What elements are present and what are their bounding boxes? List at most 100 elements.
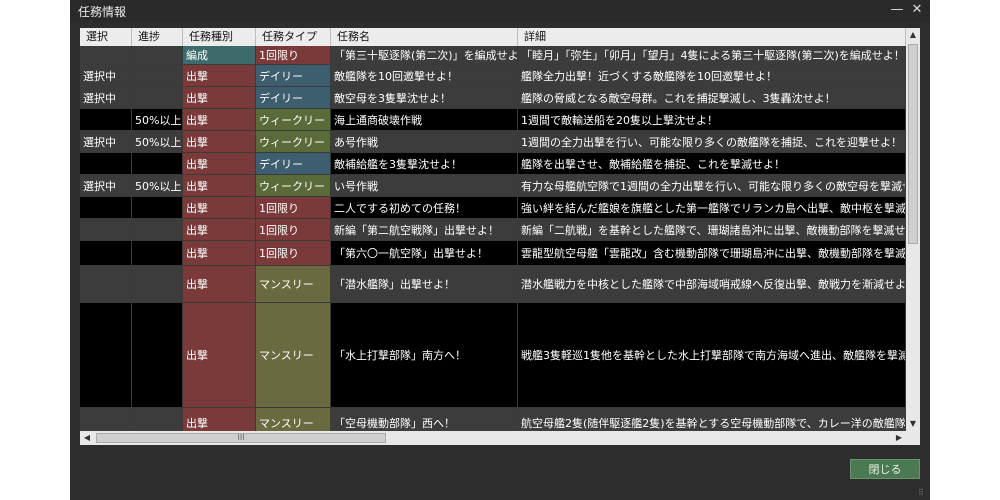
header-col-type[interactable]: 任務タイプ: [256, 28, 331, 46]
cell-detail: 1週間の全力出撃を行い、可能な限り多くの敵艦隊を捕捉、これを迎撃せよ！: [518, 131, 906, 152]
cell-detail: 雲龍型航空母艦「雲龍改」含む機動部隊で珊瑚島沖に出撃、敵機動部隊を撃滅せよ！: [518, 241, 906, 265]
cell-category: 出撃: [183, 109, 256, 130]
horizontal-scroll-thumb[interactable]: III: [96, 433, 386, 443]
cell-category: 出撃: [183, 303, 256, 407]
scroll-right-icon[interactable]: ▶: [892, 431, 906, 445]
cell-category: 出撃: [183, 175, 256, 196]
cell-progress: [132, 87, 183, 108]
cell-type: マンスリー: [256, 303, 331, 407]
cell-select: [80, 408, 132, 431]
cell-name: 二人でする初めての任務！: [331, 197, 518, 218]
table-row[interactable]: 出撃 マンスリー 「空母機動部隊」西へ！ 航空母艦2隻(随伴駆逐艦2隻)を基幹とする空…: [80, 408, 906, 431]
grid-header: 選択 進捗 任務種別 任務タイプ 任務名 詳細: [80, 28, 906, 46]
cell-detail: 有力な母艦航空隊で1週間の全力出撃を行い、可能な限り多くの敵空母を撃滅せよ！: [518, 175, 906, 196]
cell-progress: [132, 65, 183, 86]
cell-name: 敵空母を3隻撃沈せよ！: [331, 87, 518, 108]
cell-name: 「空母機動部隊」西へ！: [331, 408, 518, 431]
cell-select: [80, 197, 132, 218]
minimize-button[interactable]: —: [888, 1, 906, 19]
cell-detail: 「睦月」「弥生」「卯月」「望月」4隻による第三十駆逐隊(第二次)を編成せよ！: [518, 46, 906, 64]
cell-category: 出撃: [183, 87, 256, 108]
window-title: 任務情報: [78, 5, 127, 19]
vertical-scrollbar[interactable]: ▲ ▼: [906, 28, 920, 431]
cell-type: 1回限り: [256, 219, 331, 240]
scroll-corner: [906, 431, 920, 445]
cell-type: デイリー: [256, 153, 331, 174]
cell-type: 1回限り: [256, 241, 331, 265]
cell-progress: 50%以上: [132, 109, 183, 130]
cell-progress: 50%以上: [132, 131, 183, 152]
table-row[interactable]: 出撃 マンスリー 「潜水艦隊」出撃せよ！ 潜水艦戦力を中核とした艦隊で中部海域哨戒線へ…: [80, 266, 906, 303]
vertical-scroll-thumb[interactable]: [908, 44, 918, 244]
title-bar: 任務情報 — ✕: [70, 0, 930, 22]
cell-name: 敵艦隊を10回邀撃せよ！: [331, 65, 518, 86]
horizontal-scrollbar[interactable]: ◀ III ▶: [80, 431, 906, 445]
header-col-progress[interactable]: 進捗: [132, 28, 183, 46]
cell-type: 1回限り: [256, 46, 331, 64]
table-row[interactable]: 選択中 50%以上 出撃 ウィークリー い号作戦 有力な母艦航空隊で1週間の全力出撃を行い…: [80, 175, 906, 197]
cell-type: デイリー: [256, 65, 331, 86]
cell-detail: 潜水艦戦力を中核とした艦隊で中部海域哨戒線へ反復出撃、敵戦力を漸減せよ！: [518, 266, 906, 302]
scroll-up-icon[interactable]: ▲: [906, 28, 920, 42]
cell-detail: 1週間で敵輸送船を20隻以上撃沈せよ！: [518, 109, 906, 130]
grid-rows: 編成 1回限り 「第三十駆逐隊(第二次)」を編成せよ！ 「睦月」「弥生」「卯月」「望月…: [80, 46, 906, 431]
cell-category: 出撃: [183, 153, 256, 174]
header-col-name[interactable]: 任務名: [331, 28, 518, 46]
cell-type: ウィークリー: [256, 131, 331, 152]
header-col-detail[interactable]: 詳細: [518, 28, 906, 46]
scroll-down-icon[interactable]: ▼: [906, 417, 920, 431]
cell-select: 選択中: [80, 65, 132, 86]
cell-detail: 艦隊を出撃させ、敵補給艦を捕捉、これを撃滅せよ！: [518, 153, 906, 174]
cell-type: 1回限り: [256, 197, 331, 218]
cell-category: 出撃: [183, 197, 256, 218]
cell-type: マンスリー: [256, 266, 331, 302]
cell-detail: 新編「二航戦」を基幹とした艦隊で、珊瑚諸島沖に出撃、敵機動部隊を撃滅せよ！: [518, 219, 906, 240]
cell-progress: [132, 266, 183, 302]
table-row[interactable]: 出撃 1回限り 新編「第二航空戦隊」出撃せよ！ 新編「二航戦」を基幹とした艦隊で、珊瑚…: [80, 219, 906, 241]
cell-progress: [132, 46, 183, 64]
header-col-select[interactable]: 選択: [80, 28, 132, 46]
cell-type: ウィークリー: [256, 109, 331, 130]
table-row[interactable]: 選択中 出撃 デイリー 敵空母を3隻撃沈せよ！ 艦隊の脅威となる敵空母群。これを捕捉撃滅…: [80, 87, 906, 109]
cell-name: い号作戦: [331, 175, 518, 196]
scroll-left-icon[interactable]: ◀: [80, 431, 94, 445]
cell-select: [80, 46, 132, 64]
table-row[interactable]: 出撃 1回限り 二人でする初めての任務！ 強い絆を結んだ艦娘を旗艦とした第一艦隊でリラ…: [80, 197, 906, 219]
cell-detail: 戦艦3隻軽巡1隻他を基幹とした水上打撃部隊で南方海域へ進出、敵艦隊を撃滅せよ！: [518, 303, 906, 407]
cell-type: マンスリー: [256, 408, 331, 431]
resize-grip-icon[interactable]: ⠿: [918, 488, 928, 498]
table-row[interactable]: 50%以上 出撃 ウィークリー 海上通商破壊作戦 1週間で敵輸送船を20隻以上撃沈せよ！: [80, 109, 906, 131]
table-row[interactable]: 編成 1回限り 「第三十駆逐隊(第二次)」を編成せよ！ 「睦月」「弥生」「卯月」「望月…: [80, 46, 906, 65]
cell-select: 選択中: [80, 175, 132, 196]
close-icon[interactable]: ✕: [908, 1, 926, 19]
cell-category: 出撃: [183, 408, 256, 431]
cell-type: ウィークリー: [256, 175, 331, 196]
cell-category: 出撃: [183, 266, 256, 302]
cell-progress: 50%以上: [132, 175, 183, 196]
cell-detail: 強い絆を結んだ艦娘を旗艦とした第一艦隊でリランカ島へ出撃、敵中枢を撃滅せよ！: [518, 197, 906, 218]
quest-info-window: 任務情報 — ✕ 選択 進捗 任務種別 任務タイプ 任務名 詳細 編成 1回限り 「第三十駆逐…: [70, 0, 930, 500]
cell-category: 出撃: [183, 241, 256, 265]
table-row[interactable]: 出撃 1回限り 「第六〇一航空隊」出撃せよ！ 雲龍型航空母艦「雲龍改」含む機動部隊で珊…: [80, 241, 906, 266]
cell-name: 敵補給艦を3隻撃沈せよ！: [331, 153, 518, 174]
cell-select: 選択中: [80, 131, 132, 152]
cell-select: [80, 241, 132, 265]
cell-name: 「潜水艦隊」出撃せよ！: [331, 266, 518, 302]
close-button[interactable]: 閉じる: [850, 459, 920, 479]
cell-detail: 艦隊全力出撃！近づくする敵艦隊を10回邀撃せよ！: [518, 65, 906, 86]
cell-select: [80, 153, 132, 174]
cell-progress: [132, 153, 183, 174]
table-row[interactable]: 出撃 マンスリー 「水上打撃部隊」南方へ！ 戦艦3隻軽巡1隻他を基幹とした水上打撃部隊…: [80, 303, 906, 408]
cell-select: [80, 109, 132, 130]
table-row[interactable]: 選択中 出撃 デイリー 敵艦隊を10回邀撃せよ！ 艦隊全力出撃！近づくする敵艦隊を10回…: [80, 65, 906, 87]
quest-grid: 選択 進捗 任務種別 任務タイプ 任務名 詳細 編成 1回限り 「第三十駆逐隊(第二次)」を編…: [80, 28, 920, 445]
cell-name: あ号作戦: [331, 131, 518, 152]
table-row[interactable]: 選択中 50%以上 出撃 ウィークリー あ号作戦 1週間の全力出撃を行い、可能な限り多くの…: [80, 131, 906, 153]
cell-detail: 艦隊の脅威となる敵空母群。これを捕捉撃滅し、3隻轟沈せよ！: [518, 87, 906, 108]
table-row[interactable]: 出撃 デイリー 敵補給艦を3隻撃沈せよ！ 艦隊を出撃させ、敵補給艦を捕捉、これを撃滅せ…: [80, 153, 906, 175]
header-col-category[interactable]: 任務種別: [183, 28, 256, 46]
cell-progress: [132, 303, 183, 407]
cell-detail: 航空母艦2隻(随伴駆逐艦2隻)を基幹とする空母機動部隊で、カレー洋の敵艦隊を撃: [518, 408, 906, 431]
cell-progress: [132, 219, 183, 240]
cell-select: [80, 266, 132, 302]
